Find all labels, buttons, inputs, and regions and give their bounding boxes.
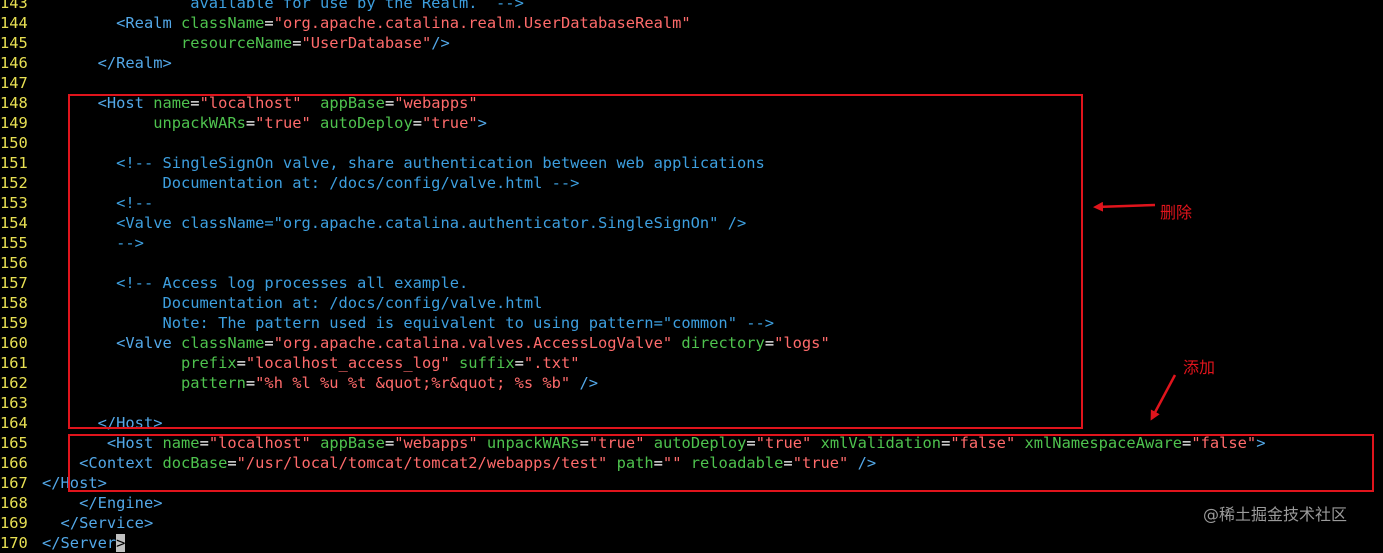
- line-number: 168: [0, 494, 28, 512]
- watermark: @稀土掘金技术社区: [1203, 505, 1348, 524]
- code-token: </Engine>: [79, 494, 163, 512]
- line-number: 161: [0, 354, 28, 372]
- code-token: </Service>: [60, 514, 154, 532]
- delete-highlight-box: [68, 94, 1083, 429]
- line-code: </Service>: [42, 513, 154, 533]
- add-highlight-box: [68, 434, 1374, 492]
- delete-label: 删除: [1160, 203, 1193, 222]
- line-number: 146: [0, 54, 28, 72]
- code-token: resourceName: [181, 34, 293, 52]
- line-number: 143: [0, 0, 28, 12]
- text-cursor: >: [116, 534, 126, 552]
- line-number: 169: [0, 514, 28, 532]
- code-token: </Server: [42, 534, 117, 552]
- line-number: 148: [0, 94, 28, 112]
- line-code: <Realm className="org.apache.catalina.re…: [42, 13, 691, 33]
- code-line[interactable]: 143 available for use by the Realm. -->: [0, 0, 1383, 13]
- line-number: 144: [0, 14, 28, 32]
- code-line[interactable]: 146 </Realm>: [0, 53, 1383, 73]
- code-token: />: [431, 34, 450, 52]
- line-number: 147: [0, 74, 28, 92]
- line-number: 157: [0, 274, 28, 292]
- code-token: "UserDatabase": [301, 34, 432, 52]
- code-line[interactable]: 169 </Service>: [0, 513, 1383, 533]
- line-number: 152: [0, 174, 28, 192]
- code-line[interactable]: 170 </Server>: [0, 533, 1383, 553]
- add-label: 添加: [1183, 358, 1216, 377]
- line-number: 166: [0, 454, 28, 472]
- line-number: 151: [0, 154, 28, 172]
- code-token: className: [181, 14, 265, 32]
- code-line[interactable]: 147: [0, 73, 1383, 93]
- line-code: </Server>: [42, 533, 126, 553]
- line-number: 160: [0, 334, 28, 352]
- line-number: 164: [0, 414, 28, 432]
- line-code: available for use by the Realm. -->: [42, 0, 524, 13]
- code-line[interactable]: 168 </Engine>: [0, 493, 1383, 513]
- line-number: 153: [0, 194, 28, 212]
- code-token: =: [264, 14, 274, 32]
- code-line[interactable]: 144 <Realm className="org.apache.catalin…: [0, 13, 1383, 33]
- code-token: available for use by the Realm. -->: [190, 0, 524, 12]
- line-number: 156: [0, 254, 28, 272]
- line-number: 154: [0, 214, 28, 232]
- code-line[interactable]: 145 resourceName="UserDatabase"/>: [0, 33, 1383, 53]
- line-code: </Realm>: [42, 53, 172, 73]
- line-code: </Engine>: [42, 493, 162, 513]
- line-number: 159: [0, 314, 28, 332]
- line-number: 155: [0, 234, 28, 252]
- code-token: "org.apache.catalina.realm.UserDatabaseR…: [273, 14, 691, 32]
- line-number: 167: [0, 474, 28, 492]
- line-number: 165: [0, 434, 28, 452]
- line-number: 162: [0, 374, 28, 392]
- line-number: 150: [0, 134, 28, 152]
- line-number: 149: [0, 114, 28, 132]
- line-code: resourceName="UserDatabase"/>: [42, 33, 450, 53]
- line-number: 145: [0, 34, 28, 52]
- code-token: <Realm: [116, 14, 182, 32]
- line-number: 158: [0, 294, 28, 312]
- line-number: 170: [0, 534, 28, 552]
- code-token: </Realm>: [97, 54, 172, 72]
- line-number: 163: [0, 394, 28, 412]
